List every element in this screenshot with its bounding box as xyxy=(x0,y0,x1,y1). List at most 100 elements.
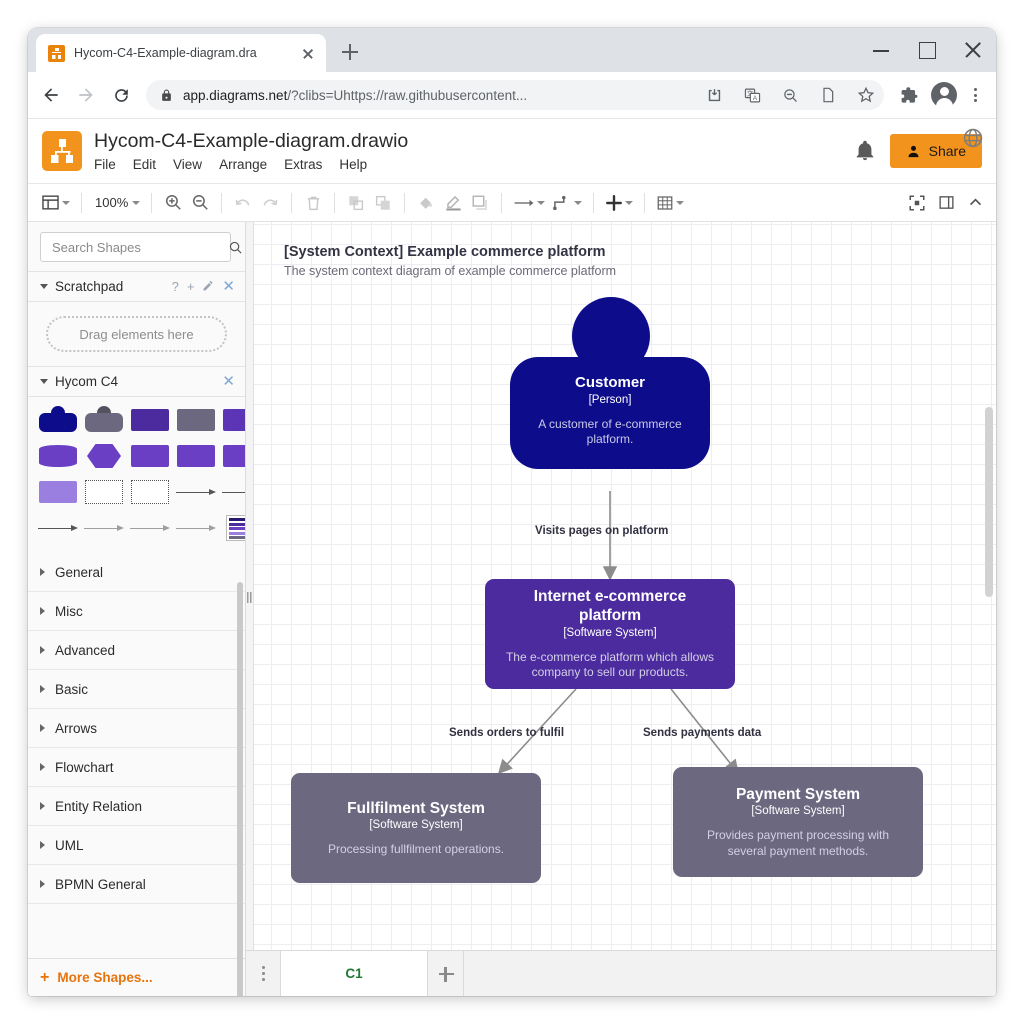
menu-file[interactable]: File xyxy=(94,157,116,172)
shadow-icon[interactable] xyxy=(467,189,493,217)
shape-database-cylinder[interactable] xyxy=(38,443,78,469)
menu-edit[interactable]: Edit xyxy=(133,157,156,172)
sidebar-item-advanced[interactable]: Advanced xyxy=(28,631,245,670)
shape-container-3d-box[interactable] xyxy=(130,443,170,469)
sidebar-item-uml[interactable]: UML xyxy=(28,826,245,865)
table-icon[interactable] xyxy=(653,189,687,217)
connection-arrow-icon[interactable] xyxy=(510,189,548,217)
collapse-chevron-icon[interactable] xyxy=(962,189,988,217)
insert-plus-icon[interactable] xyxy=(602,189,636,217)
node-payment-system[interactable]: Payment System [Software System] Provide… xyxy=(673,767,923,877)
zoom-level-button[interactable]: 100% xyxy=(90,189,143,217)
send-to-back-icon[interactable] xyxy=(370,189,396,217)
node-internet-ecommerce-platform[interactable]: Internet e-commerce platform [Software S… xyxy=(485,579,735,689)
hycom-c4-header[interactable]: Hycom C4 ✕ xyxy=(28,366,245,397)
download-icon[interactable] xyxy=(700,81,728,109)
shape-relationship-arrow-5[interactable] xyxy=(130,515,170,541)
close-icon[interactable]: ✕ xyxy=(222,374,235,389)
format-panel-icon[interactable] xyxy=(933,189,959,217)
translate-icon[interactable]: 文A xyxy=(738,81,766,109)
sidebar-item-label: Advanced xyxy=(55,642,116,658)
shape-relationship-arrow-6[interactable] xyxy=(176,515,216,541)
sidebar-item-entity-relation[interactable]: Entity Relation xyxy=(28,787,245,826)
diagram-canvas[interactable]: [System Context] Example commerce platfo… xyxy=(246,222,996,996)
zoom-in-icon[interactable] xyxy=(160,189,186,217)
sidebar-item-misc[interactable]: Misc xyxy=(28,592,245,631)
shape-component-box-2[interactable] xyxy=(222,443,245,469)
shape-relationship-arrow-4[interactable] xyxy=(84,515,124,541)
fill-color-icon[interactable] xyxy=(413,189,439,217)
shape-relationship-arrow-3[interactable] xyxy=(38,515,78,541)
sidebar-item-bpmn-general[interactable]: BPMN General xyxy=(28,865,245,904)
maximize-icon[interactable] xyxy=(904,28,950,72)
browser-tab[interactable]: Hycom-C4-Example-diagram.dra xyxy=(36,34,326,72)
sidebar-item-basic[interactable]: Basic xyxy=(28,670,245,709)
canvas-vertical-scrollbar[interactable] xyxy=(985,407,993,597)
pencil-icon[interactable] xyxy=(202,280,214,294)
close-icon[interactable]: ✕ xyxy=(222,279,235,294)
more-shapes-button[interactable]: + More Shapes... xyxy=(28,958,245,996)
scratchpad-add-icon[interactable]: + xyxy=(187,280,195,293)
line-color-icon[interactable] xyxy=(440,189,466,217)
search-shapes-box[interactable] xyxy=(40,232,242,262)
menu-view[interactable]: View xyxy=(173,157,202,172)
shape-person-gray[interactable] xyxy=(84,406,124,433)
shape-system-box-purple[interactable] xyxy=(130,407,170,433)
sheet-tab-c1[interactable]: C1 xyxy=(280,951,428,996)
sidebar-item-general[interactable]: General xyxy=(28,553,245,592)
puzzle-icon[interactable] xyxy=(892,78,926,112)
shape-system-box-gray[interactable] xyxy=(176,407,216,433)
omnibox[interactable]: app.diagrams.net/?clibs=Uhttps://raw.git… xyxy=(146,80,884,110)
menu-extras[interactable]: Extras xyxy=(284,157,322,172)
fullscreen-icon[interactable] xyxy=(904,189,930,217)
zoom-out-icon[interactable] xyxy=(776,81,804,109)
search-input[interactable] xyxy=(52,239,228,255)
minimize-icon[interactable] xyxy=(858,28,904,72)
shape-system-box-violet[interactable] xyxy=(222,407,245,433)
shape-relationship-arrow-1[interactable] xyxy=(176,479,216,505)
undo-icon[interactable] xyxy=(230,189,256,217)
trash-icon[interactable] xyxy=(300,189,326,217)
waypoints-icon[interactable] xyxy=(549,189,585,217)
redo-icon[interactable] xyxy=(257,189,283,217)
profile-avatar-icon[interactable] xyxy=(931,82,957,111)
sidebar-item-flowchart[interactable]: Flowchart xyxy=(28,748,245,787)
bell-icon[interactable] xyxy=(854,139,876,163)
shape-external-box-light[interactable] xyxy=(38,479,78,505)
shape-person-dark-blue[interactable] xyxy=(38,406,78,433)
shape-boundary-dashed-1[interactable] xyxy=(84,479,124,505)
sidebar-item-label: General xyxy=(55,564,104,580)
scratchpad-help-icon[interactable]: ? xyxy=(172,280,179,293)
forward-arrow-icon[interactable] xyxy=(69,78,103,112)
new-tab-button[interactable] xyxy=(335,37,365,67)
menu-help[interactable]: Help xyxy=(339,157,367,172)
shape-hexagon-component[interactable] xyxy=(84,443,124,469)
menu-arrange[interactable]: Arrange xyxy=(219,157,267,172)
back-arrow-icon[interactable] xyxy=(34,78,68,112)
bring-to-front-icon[interactable] xyxy=(343,189,369,217)
node-name: Fullfilment System xyxy=(347,799,485,817)
add-sheet-button[interactable] xyxy=(428,951,464,996)
zoom-out-icon[interactable] xyxy=(187,189,213,217)
shape-relationship-arrow-2[interactable] xyxy=(222,479,245,505)
scratchpad-header[interactable]: Scratchpad ? + ✕ xyxy=(28,271,245,302)
sidebar-item-arrows[interactable]: Arrows xyxy=(28,709,245,748)
chevron-right-icon xyxy=(40,685,45,693)
shape-component-box[interactable] xyxy=(176,443,216,469)
search-icon[interactable] xyxy=(228,240,243,255)
shape-boundary-dashed-2[interactable] xyxy=(130,479,170,505)
view-layout-icon[interactable] xyxy=(38,189,73,217)
tab-close-icon[interactable] xyxy=(298,43,318,63)
shape-legend-block[interactable] xyxy=(222,515,245,541)
node-fullfilment-system[interactable]: Fullfilment System [Software System] Pro… xyxy=(291,773,541,883)
sheet-menu-icon[interactable] xyxy=(246,951,280,996)
star-icon[interactable] xyxy=(852,81,880,109)
close-window-icon[interactable] xyxy=(950,28,996,72)
page-icon[interactable] xyxy=(814,81,842,109)
scratchpad-drop-zone[interactable]: Drag elements here xyxy=(46,316,227,352)
sidebar-splitter[interactable] xyxy=(246,222,254,996)
globe-icon[interactable] xyxy=(962,127,984,149)
sidebar-scrollbar[interactable] xyxy=(237,582,243,996)
three-dots-menu-icon[interactable] xyxy=(962,80,988,110)
reload-icon[interactable] xyxy=(104,78,138,112)
